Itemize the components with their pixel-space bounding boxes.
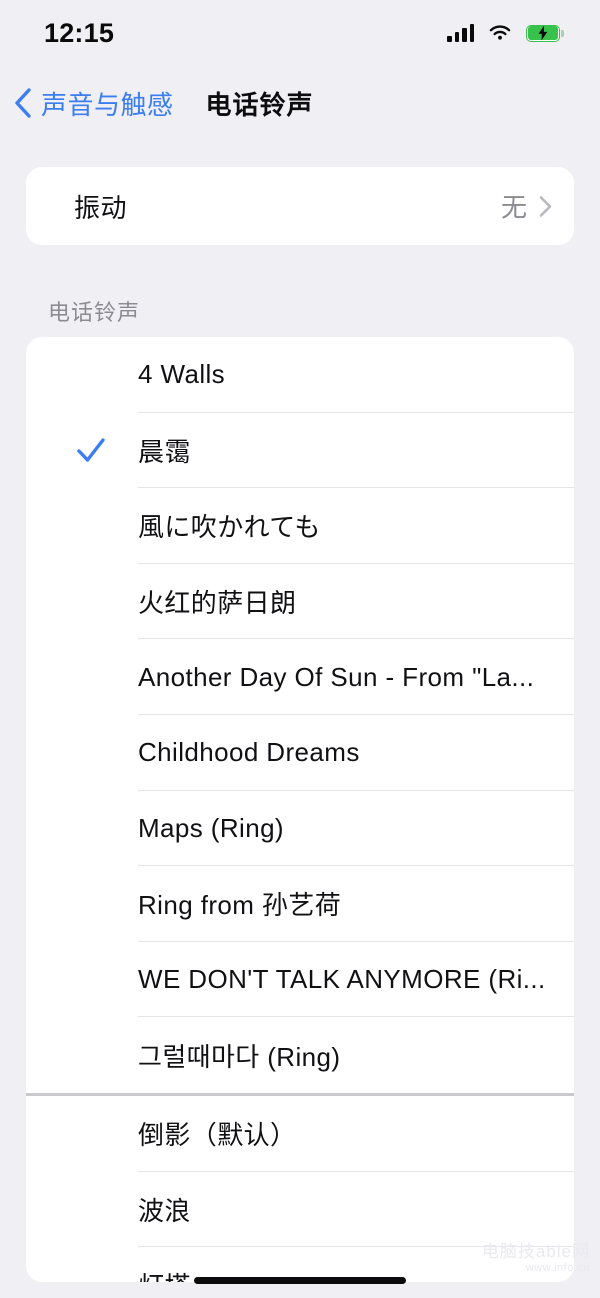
battery-charging-icon	[526, 24, 564, 42]
ringtone-label: 晨霭	[138, 436, 191, 467]
ringtone-row[interactable]: Maps (Ring)	[26, 791, 574, 867]
ringtone-label: 4 Walls	[138, 359, 226, 390]
navigation-bar: 声音与触感 电话铃声	[0, 72, 600, 134]
status-bar-time: 12:15	[44, 17, 115, 48]
ringtone-label: Ring from 孙艺荷	[138, 890, 342, 921]
page-title: 电话铃声	[205, 89, 314, 120]
checkmark-icon	[75, 434, 107, 466]
ringtone-label: 그럴때마다 (Ring)	[138, 1041, 341, 1072]
cellular-bars-icon	[447, 24, 474, 42]
vibration-row-right: 无	[501, 188, 552, 225]
ringtone-row[interactable]: 4 Walls	[26, 337, 574, 413]
vibration-card: 振动 无	[26, 167, 574, 245]
ringtone-row[interactable]: 火红的萨日朗	[26, 564, 574, 640]
ringtone-label: Another Day Of Sun - From "La...	[138, 661, 535, 692]
ios-ringtone-settings-screen: 12:15 声音与触感 电话铃声 振动 无 电话铃声 4 Walls 晨霭 風に…	[0, 0, 600, 1298]
ringtone-label: Maps (Ring)	[138, 812, 284, 843]
ringtone-row[interactable]: Childhood Dreams	[26, 715, 574, 791]
ringtone-row[interactable]: Another Day Of Sun - From "La...	[26, 639, 574, 715]
ringtone-list-card: 4 Walls 晨霭風に吹かれても 火红的萨日朗 Another Day Of Sun…	[26, 337, 574, 1282]
ringtone-row[interactable]: 倒影（默认）	[26, 1096, 574, 1172]
back-button-label: 声音与触感	[41, 89, 174, 120]
ringtone-label: WE DON'T TALK ANYMORE (Ri...	[138, 964, 546, 995]
back-button[interactable]: 声音与触感	[14, 85, 174, 122]
status-bar: 12:15	[0, 0, 600, 66]
home-indicator	[194, 1277, 406, 1284]
ringtone-row[interactable]: 晨霭	[26, 413, 574, 489]
status-bar-icons	[447, 24, 564, 42]
section-header-ringtones: 电话铃声	[48, 300, 141, 325]
vibration-label: 振动	[74, 192, 128, 223]
vibration-row[interactable]: 振动 无	[26, 167, 574, 245]
ringtone-row[interactable]: 그럴때마다 (Ring)	[26, 1017, 574, 1093]
ringtone-row[interactable]: 波浪	[26, 1172, 574, 1248]
chevron-left-icon	[14, 88, 32, 118]
ringtone-label: 火红的萨日朗	[138, 588, 297, 619]
ringtone-label: 風に吹かれても	[138, 512, 321, 543]
ringtone-row[interactable]: WE DON'T TALK ANYMORE (Ri...	[26, 942, 574, 1018]
chevron-right-icon	[539, 195, 552, 217]
ringtone-row[interactable]: 風に吹かれても	[26, 488, 574, 564]
ringtone-row[interactable]: Ring from 孙艺荷	[26, 866, 574, 942]
ringtone-label: 倒影（默认）	[138, 1120, 297, 1151]
wifi-icon	[488, 24, 512, 42]
vibration-value: 无	[500, 192, 527, 223]
ringtone-label: 波浪	[138, 1195, 191, 1226]
ringtone-label: Childhood Dreams	[138, 737, 360, 768]
